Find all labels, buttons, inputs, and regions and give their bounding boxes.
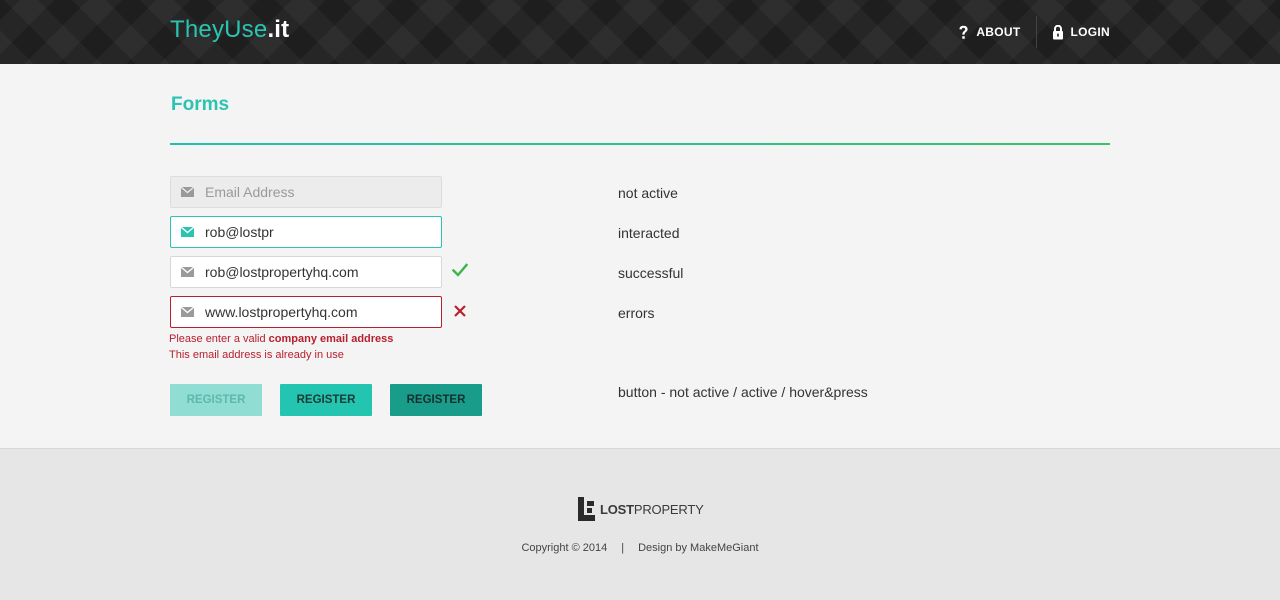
lost-property-logo-icon <box>578 497 595 521</box>
email-placeholder: Email Address <box>205 184 295 200</box>
about-label: ABOUT <box>976 25 1021 39</box>
brand-name: LOSTPROPERTY <box>600 502 704 517</box>
state-label-not-active: not active <box>618 185 678 201</box>
email-field-interacted[interactable]: rob@lostpr <box>170 216 442 248</box>
email-value: rob@lostpropertyhq.com <box>205 264 359 280</box>
cross-icon <box>454 305 466 317</box>
email-field-inactive[interactable]: Email Address <box>170 176 442 208</box>
mail-icon <box>181 227 194 237</box>
error-text: Please enter a valid <box>169 333 269 345</box>
mail-icon <box>181 187 194 197</box>
logo-text-primary: TheyUse <box>170 16 268 43</box>
title-divider <box>170 143 1110 145</box>
lost-property-logo[interactable]: LOSTPROPERTY <box>578 497 704 521</box>
button-states-label: button - not active / active / hover&pre… <box>618 384 868 400</box>
mail-icon <box>181 267 194 277</box>
state-label-successful: successful <box>618 265 684 281</box>
footer-credits: Copyright © 2014 | Design by MakeMeGiant <box>0 542 1280 554</box>
about-link[interactable]: ABOUT <box>958 25 1020 40</box>
mail-icon <box>181 307 194 317</box>
brand-name-bold: LOST <box>600 501 634 517</box>
page-title: Forms <box>171 94 230 115</box>
email-field-success[interactable]: rob@lostpropertyhq.com <box>170 256 442 288</box>
logo-text-suffix: .it <box>267 16 290 43</box>
checkmark-icon <box>452 263 468 277</box>
nav-divider <box>1035 16 1037 48</box>
main-nav: ABOUT LOGIN <box>958 0 1110 64</box>
email-value: rob@lostpr <box>205 224 274 240</box>
email-field-error[interactable]: www.lostpropertyhq.com <box>170 296 442 328</box>
register-button-hover[interactable]: REGISTER <box>390 384 482 416</box>
site-logo[interactable]: TheyUse.it <box>170 16 289 44</box>
footer: LOSTPROPERTY Copyright © 2014 | Design by … <box>0 448 1280 600</box>
register-button-inactive[interactable]: REGISTER <box>170 384 262 416</box>
brand-name-rest: PROPERTY <box>633 501 704 517</box>
question-icon <box>959 25 968 39</box>
top-navbar: TheyUse.it ABOUT LOGIN <box>0 0 1280 64</box>
state-label-errors: errors <box>618 305 655 321</box>
register-button-active[interactable]: REGISTER <box>280 384 372 416</box>
design-credit-link[interactable]: Design by MakeMeGiant <box>638 542 758 554</box>
error-text-emphasis: company email address <box>268 333 394 345</box>
login-link[interactable]: LOGIN <box>1052 24 1111 40</box>
error-message-invalid: Please enter a valid company email addre… <box>169 333 393 345</box>
state-label-interacted: interacted <box>618 225 680 241</box>
footer-separator: | <box>621 542 625 554</box>
copyright-text: Copyright © 2014 <box>521 542 608 554</box>
login-label: LOGIN <box>1070 25 1110 39</box>
lock-icon <box>1052 24 1063 39</box>
error-message-in-use: This email address is already in use <box>169 349 344 361</box>
email-value: www.lostpropertyhq.com <box>205 304 358 320</box>
